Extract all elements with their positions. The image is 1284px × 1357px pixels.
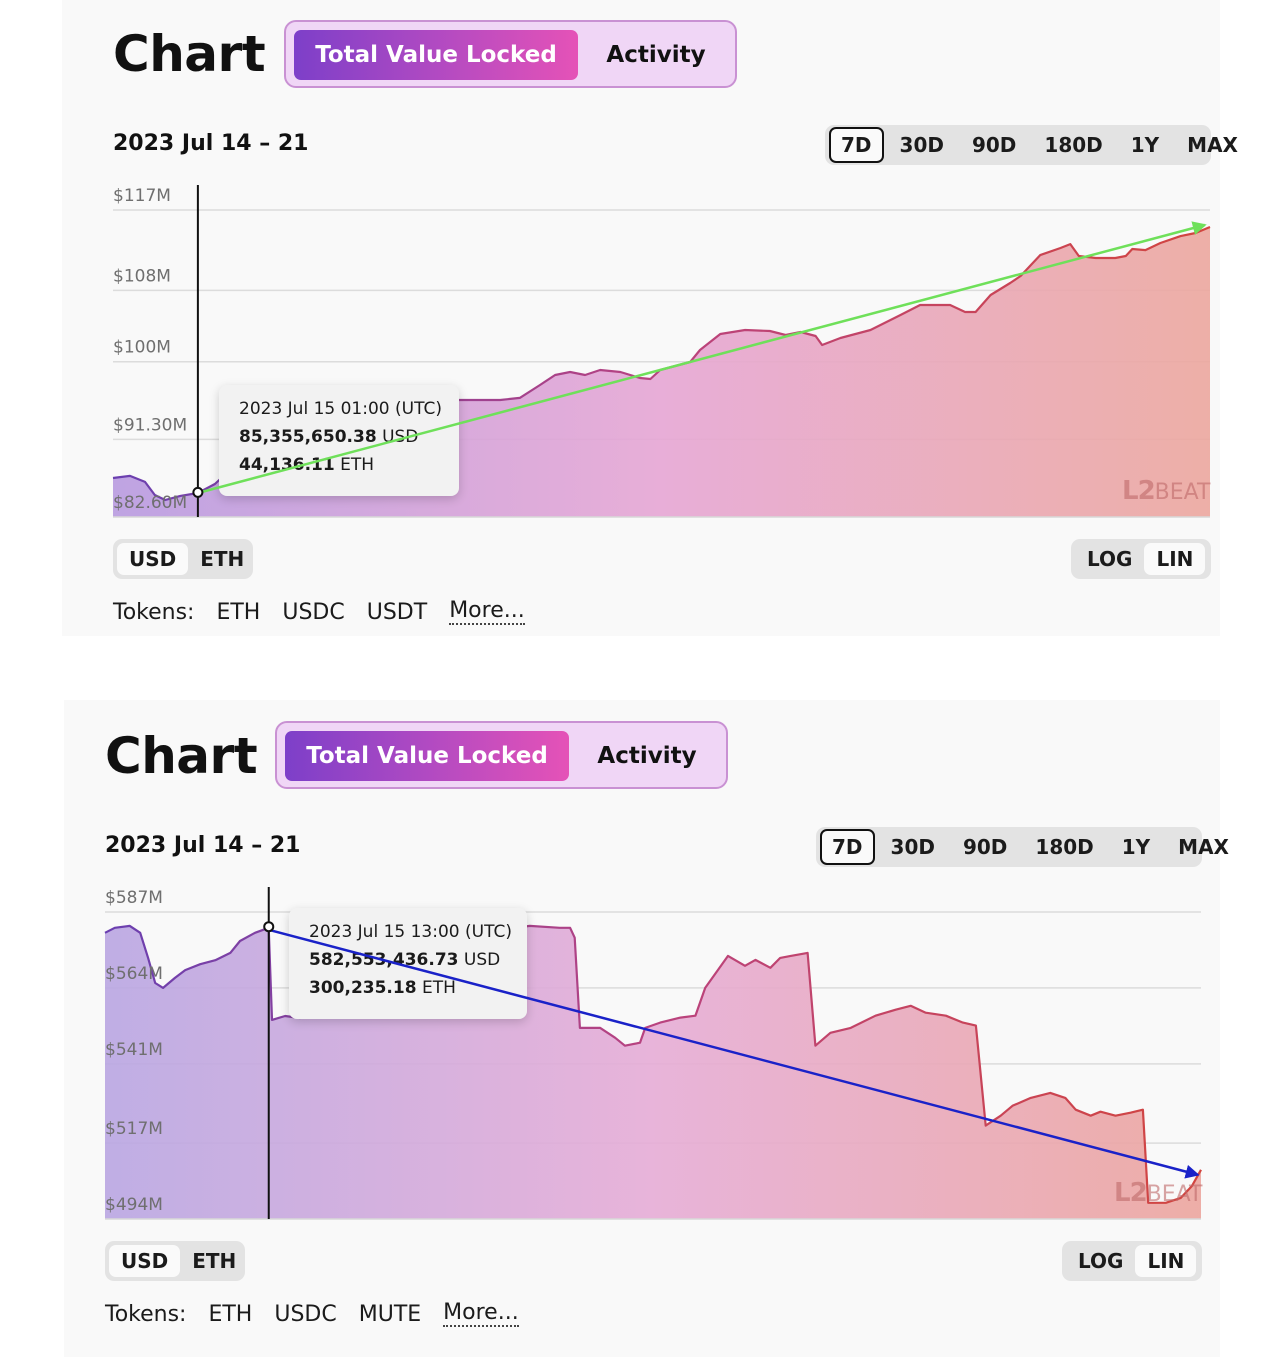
tooltip-eth-unit: ETH [340, 455, 375, 475]
currency-toggle: USD ETH [105, 1241, 245, 1281]
chart-tooltip: 2023 Jul 15 01:00 (UTC) 85,355,650.38 US… [219, 385, 459, 496]
y-tick-label: $100M [113, 338, 171, 358]
currency-usd[interactable]: USD [109, 1245, 181, 1277]
y-tick-label: $587M [105, 888, 163, 908]
tooltip-date: 2023 Jul 15 13:00 (UTC) [309, 922, 512, 942]
y-tick-label: $494M [105, 1195, 163, 1215]
tooltip-usd-unit: USD [463, 950, 501, 970]
scale-lin[interactable]: LIN [1135, 1245, 1197, 1277]
y-tick-label: $541M [105, 1040, 163, 1060]
chart-tooltip: 2023 Jul 15 13:00 (UTC) 582,553,436.73 U… [289, 908, 527, 1019]
y-tick-label: $117M [113, 186, 171, 206]
watermark-mark: L2 [1122, 476, 1156, 506]
tooltip-eth-value: 300,235.18 [309, 978, 417, 998]
watermark-text: BEAT [1154, 480, 1211, 505]
tooltip-eth-unit: ETH [421, 978, 456, 998]
token-eth[interactable]: ETH [208, 1302, 252, 1327]
scale-log[interactable]: LOG [1075, 543, 1144, 575]
scale-toggle: LOG LIN [1062, 1241, 1202, 1281]
tooltip-date: 2023 Jul 15 01:00 (UTC) [239, 399, 442, 419]
currency-toggle: USD ETH [113, 539, 253, 579]
watermark-mark: L2 [1114, 1178, 1148, 1208]
token-eth[interactable]: ETH [216, 600, 260, 625]
tvl-chart-2[interactable]: $494M $517M $541M $564M $587M [0, 700, 1284, 1260]
y-tick-label: $82.60M [113, 493, 187, 513]
currency-eth[interactable]: ETH [188, 543, 256, 575]
scale-log[interactable]: LOG [1066, 1245, 1135, 1277]
currency-eth[interactable]: ETH [180, 1245, 248, 1277]
tooltip-usd-unit: USD [382, 427, 419, 447]
watermark-text: BEAT [1146, 1182, 1203, 1207]
scale-toggle: LOG LIN [1071, 539, 1211, 579]
token-usdt[interactable]: USDT [367, 600, 427, 625]
scale-lin[interactable]: LIN [1144, 543, 1206, 575]
y-tick-label: $564M [105, 964, 163, 984]
y-tick-label: $91.30M [113, 415, 187, 435]
tokens-label: Tokens: [105, 1302, 187, 1327]
token-mute[interactable]: MUTE [359, 1302, 421, 1327]
tokens-row: Tokens: ETH USDC MUTE More... [105, 1302, 519, 1327]
tokens-label: Tokens: [113, 600, 195, 625]
tooltip-usd-value: 85,355,650.38 [239, 427, 377, 447]
more-tokens-link[interactable]: More... [443, 1302, 519, 1327]
y-tick-label: $108M [113, 266, 171, 286]
l2beat-watermark: L2BEAT [1122, 476, 1210, 506]
tooltip-eth-value: 44,136.11 [239, 455, 335, 475]
l2beat-watermark: L2BEAT [1114, 1178, 1202, 1208]
token-usdc[interactable]: USDC [282, 600, 344, 625]
y-tick-label: $517M [105, 1119, 163, 1139]
tokens-row: Tokens: ETH USDC USDT More... [113, 600, 525, 625]
token-usdc[interactable]: USDC [274, 1302, 336, 1327]
more-tokens-link[interactable]: More... [449, 600, 525, 625]
currency-usd[interactable]: USD [117, 543, 189, 575]
tooltip-usd-value: 582,553,436.73 [309, 950, 459, 970]
